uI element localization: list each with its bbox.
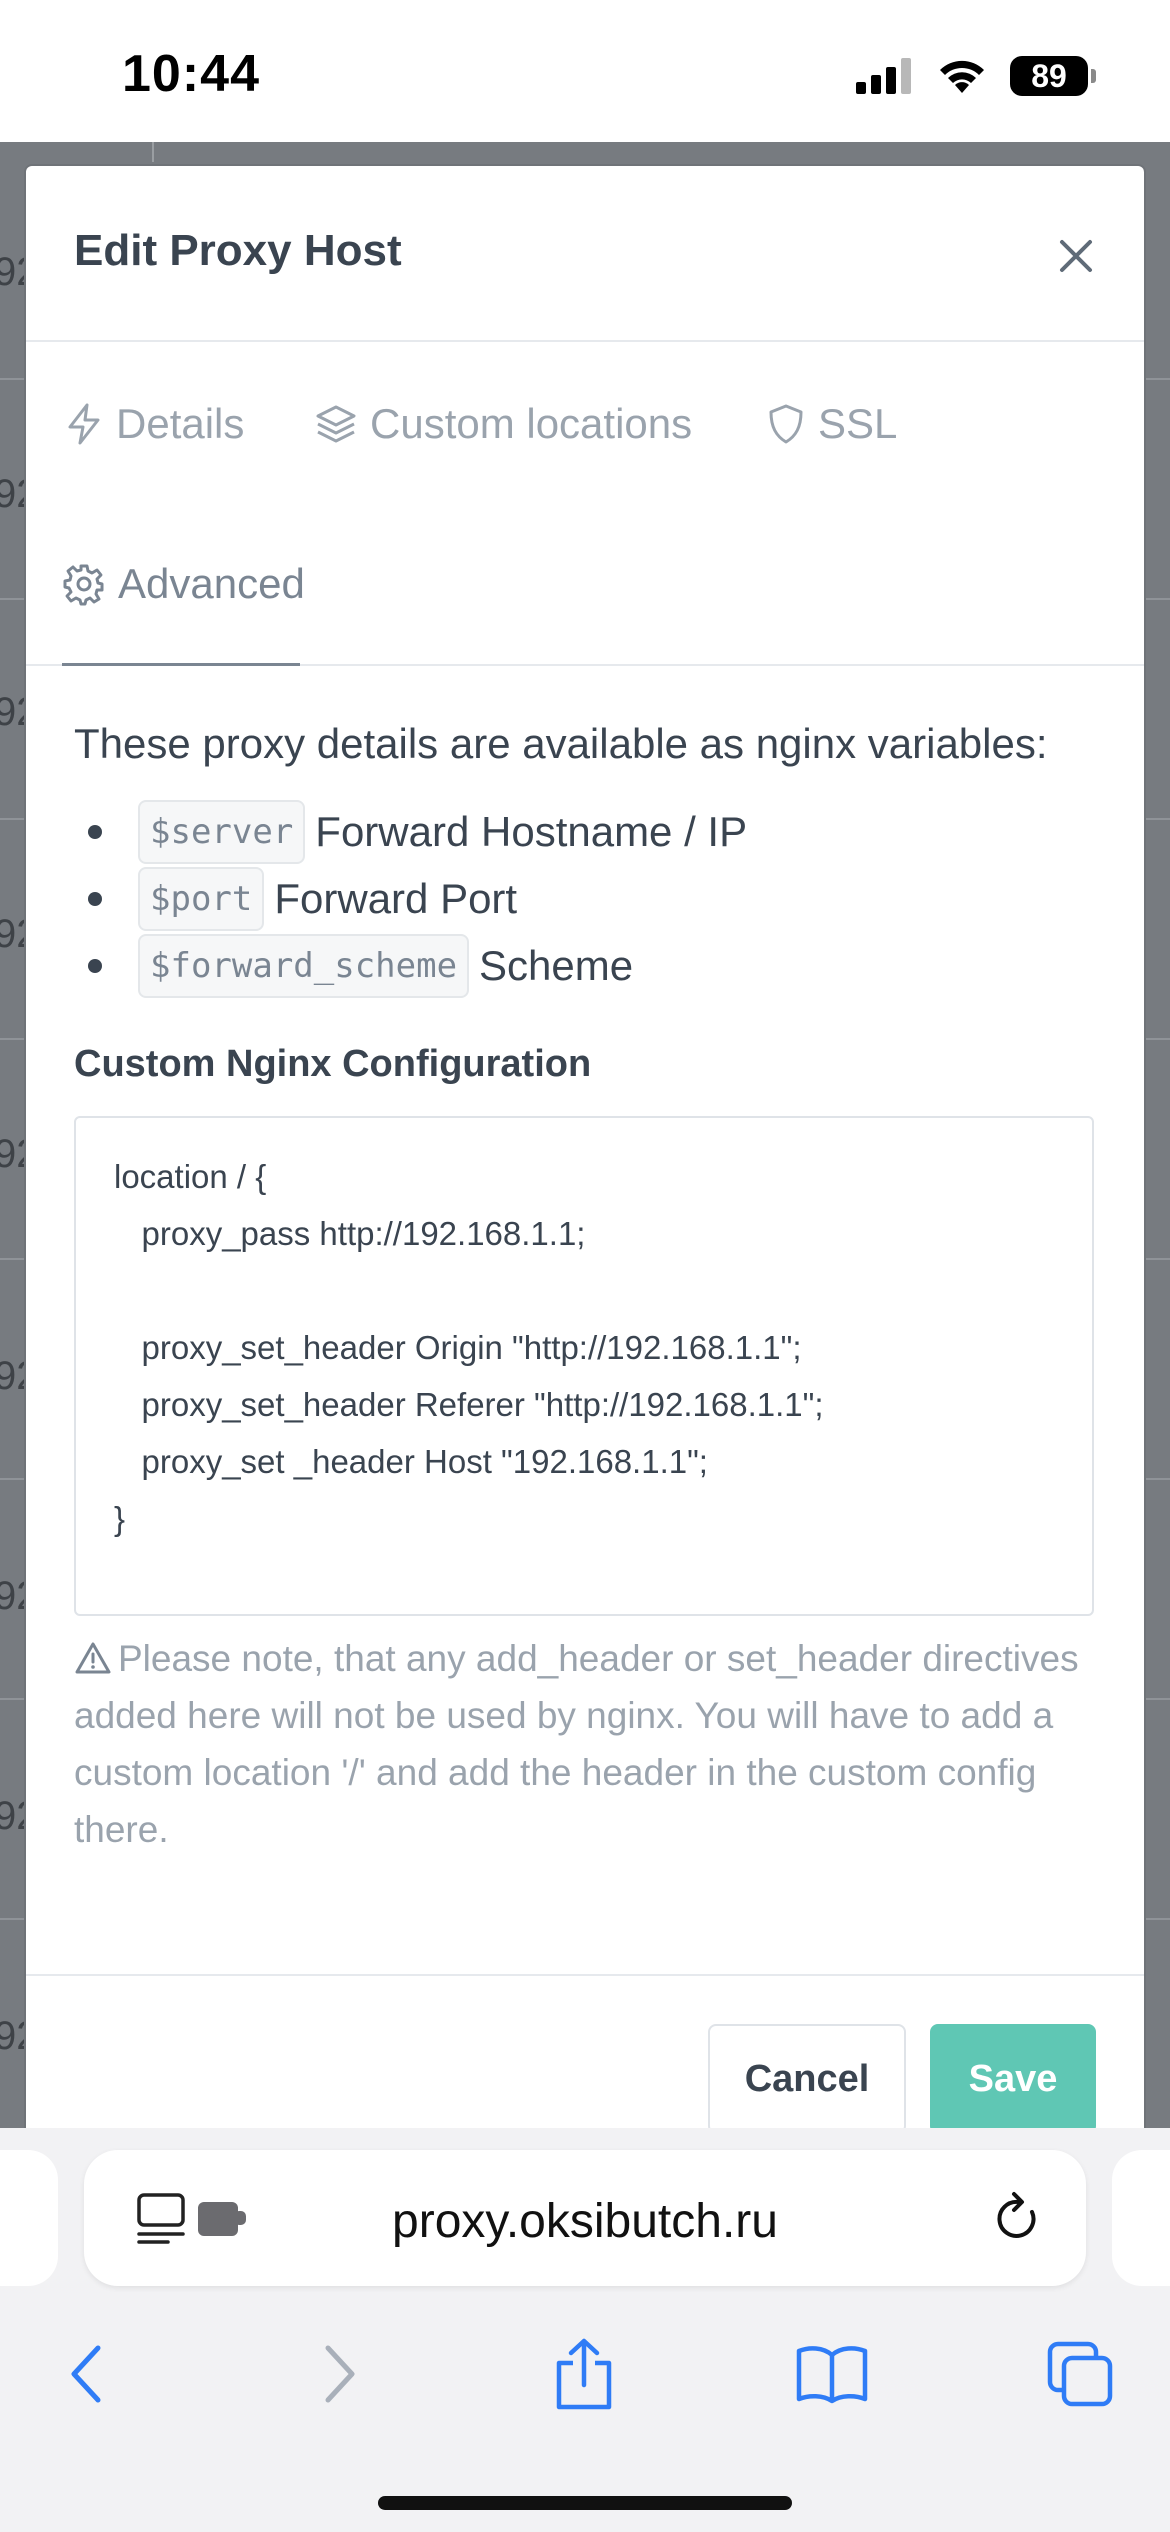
chevron-left-icon [71,2345,101,2403]
status-time: 10:44 [122,45,260,103]
nginx-variables-list: $server Forward Hostname / IP $port Forw… [74,798,1096,999]
modal-title: Edit Proxy Host [74,226,402,275]
background-column-divider [152,142,154,162]
back-button[interactable] [36,2324,136,2424]
tab-advanced[interactable]: Advanced [62,560,305,608]
status-bar: 10:44 89 [0,0,1170,142]
tab-advanced-label: Advanced [118,560,305,607]
book-icon [796,2346,868,2404]
config-warning-text: Please note, that any add_header or set_… [74,1638,1079,1850]
modal-header: Edit Proxy Host [26,166,1144,342]
list-item: $port Forward Port [88,865,1096,932]
variable-code: $server [138,799,306,864]
cellular-signal-icon [856,58,911,94]
tab-ssl-label: SSL [818,400,898,447]
tab-custom-locations-label: Custom locations [370,400,693,447]
layers-icon [316,405,356,443]
nginx-variables-intro: These proxy details are available as ngi… [74,720,1048,767]
modal-tabs: Details Custom locations SSL Advanced [26,342,1144,666]
variable-code: $port [138,866,265,931]
home-indicator [378,2496,792,2510]
share-button[interactable] [534,2324,634,2424]
status-icons: 89 [856,56,1096,96]
variable-code: $forward_scheme [138,933,470,998]
edit-proxy-host-modal: Edit Proxy Host Details Custom locations [26,166,1144,2166]
gear-icon [63,564,104,606]
list-item: $forward_scheme Scheme [88,932,1096,999]
bookmarks-button[interactable] [782,2324,882,2424]
tab-details-label: Details [116,400,245,447]
share-icon [556,2338,612,2410]
warning-icon [75,1642,111,1674]
variable-description: Forward Port [274,874,518,922]
tabs-button[interactable] [1030,2324,1130,2424]
battery-indicator: 89 [1010,56,1096,96]
reload-icon[interactable] [992,2190,1044,2246]
modal-body: These proxy details are available as ngi… [26,720,1144,1858]
forward-button[interactable] [290,2324,390,2424]
battery-level: 89 [1010,56,1088,96]
close-icon [1060,240,1092,272]
variable-description: Scheme [479,941,634,989]
tab-details[interactable]: Details [64,400,244,448]
browser-toolbar [0,2324,1170,2444]
list-item: $server Forward Hostname / IP [88,798,1096,865]
variable-description: Forward Hostname / IP [315,807,748,855]
bolt-icon [68,403,100,445]
tab-ssl[interactable]: SSL [766,400,897,448]
url-text: proxy.oksibutch.ru [392,2195,778,2248]
cancel-button[interactable]: Cancel [708,2024,906,2134]
active-tab-indicator [62,663,300,666]
wifi-icon [940,60,984,93]
previous-tab-preview[interactable] [0,2150,58,2286]
browser-bottom-bar: proxy.oksibutch.ru [0,2128,1170,2532]
shield-icon [769,404,803,444]
save-button[interactable]: Save [930,2024,1096,2134]
custom-config-textarea[interactable]: location / { proxy_pass http://192.168.1… [74,1116,1094,1616]
custom-config-label: Custom Nginx Configuration [74,1043,592,1085]
chevron-right-icon [325,2345,355,2403]
close-button[interactable] [1050,230,1102,282]
next-tab-preview[interactable] [1112,2150,1170,2286]
tabs-icon [1047,2341,1113,2407]
battery-tip [1091,69,1096,83]
address-bar[interactable]: proxy.oksibutch.ru [84,2150,1086,2286]
tab-custom-locations[interactable]: Custom locations [314,400,692,448]
config-warning-note: Please note, that any add_header or set_… [74,1630,1104,1858]
